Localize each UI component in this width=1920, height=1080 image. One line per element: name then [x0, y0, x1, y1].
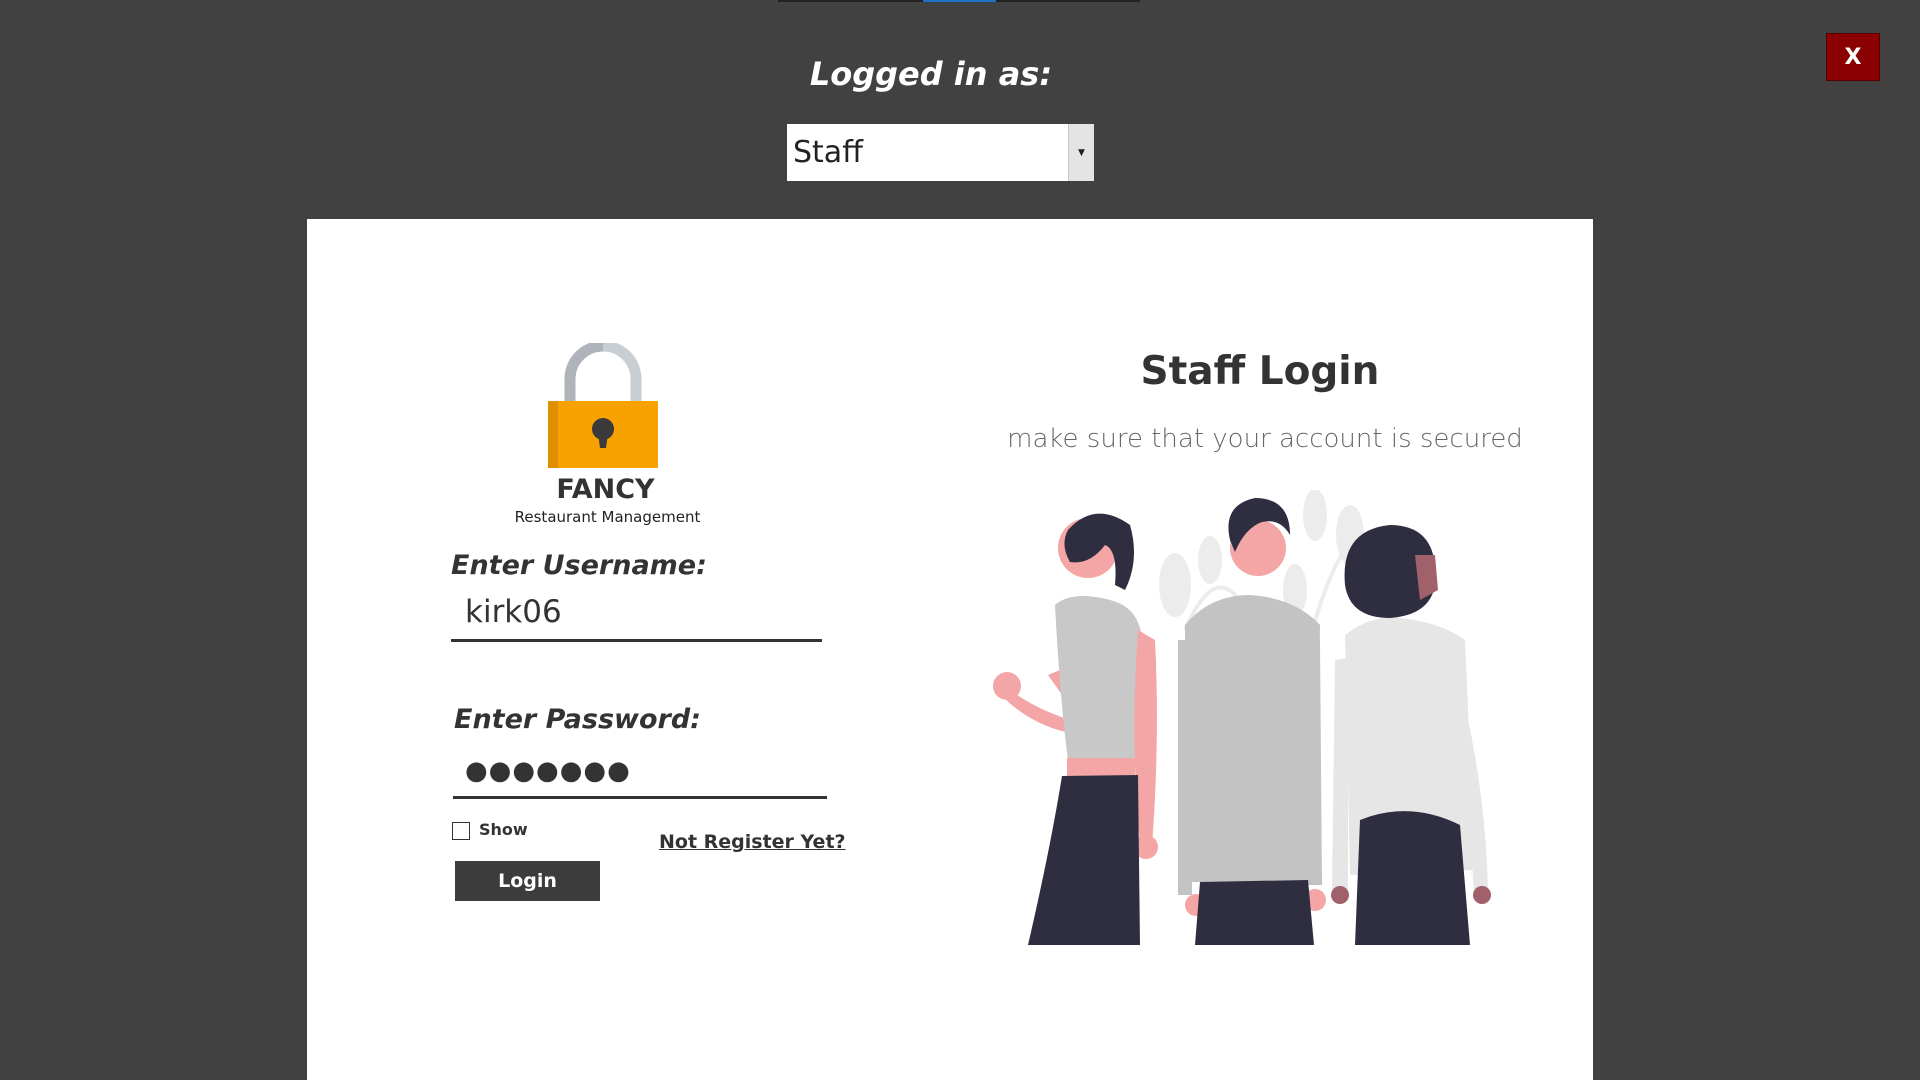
brand-subtitle: Restaurant Management: [514, 508, 701, 526]
username-label: Enter Username:: [451, 550, 707, 581]
top-tab-active-indicator: [923, 0, 996, 2]
role-select[interactable]: Staff ▼: [787, 124, 1094, 181]
panel-title: Staff Login: [1140, 349, 1380, 394]
brand-name: FANCY: [556, 474, 655, 505]
people-illustration: [993, 490, 1491, 945]
logged-in-label: Logged in as:: [809, 55, 1053, 93]
role-select-value: Staff: [793, 135, 863, 170]
panel-subtitle: make sure that your account is secured: [1007, 424, 1523, 454]
password-mask: ●●●●●●●: [465, 756, 631, 786]
username-value: kirk06: [465, 594, 562, 630]
password-label: Enter Password:: [454, 704, 701, 735]
username-input[interactable]: kirk06: [451, 592, 822, 642]
not-registered-link[interactable]: Not Register Yet?: [659, 831, 846, 853]
padlock-icon: [548, 343, 658, 468]
password-input[interactable]: ●●●●●●●: [453, 752, 827, 799]
chevron-down-icon[interactable]: ▼: [1068, 124, 1094, 181]
show-password-label: Show: [479, 820, 528, 839]
show-password-checkbox[interactable]: [452, 822, 470, 840]
login-button[interactable]: Login: [455, 861, 600, 901]
